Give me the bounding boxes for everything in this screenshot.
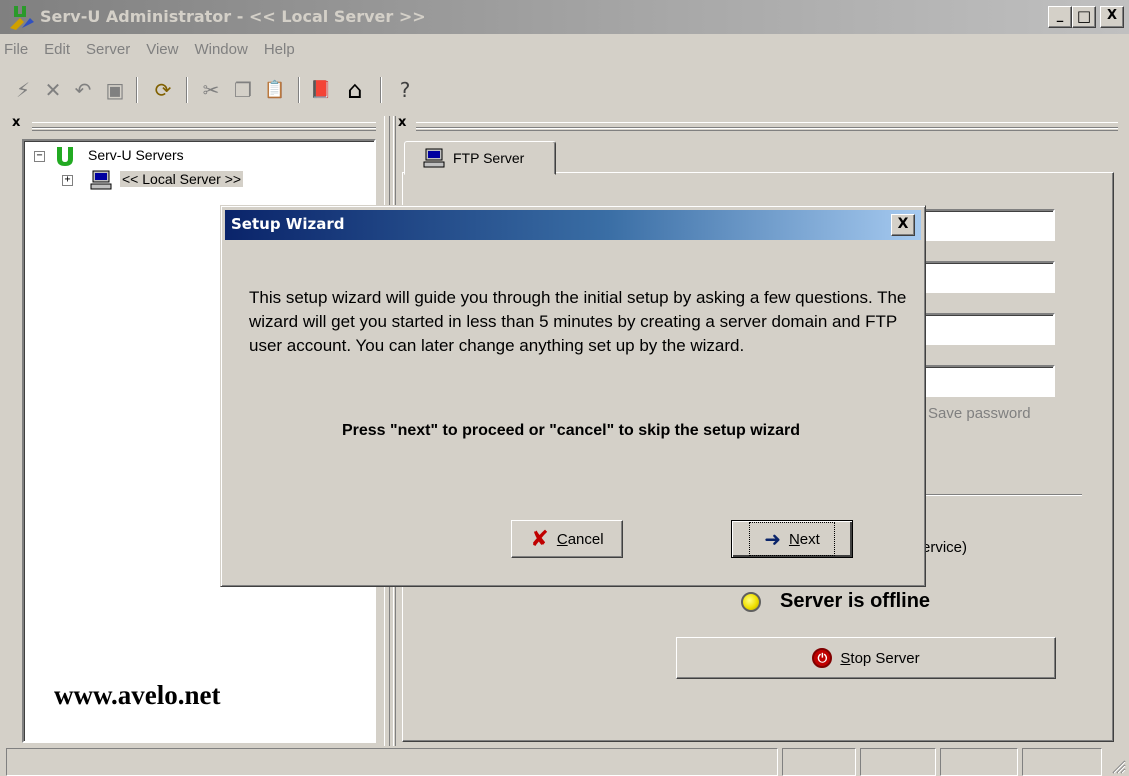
server-status-text: Server is offline	[780, 590, 931, 612]
computer-icon	[423, 148, 445, 168]
serv-u-app-icon	[10, 6, 34, 30]
status-pane	[860, 748, 936, 776]
tab-ftp-server[interactable]: FTP Server	[404, 141, 556, 175]
stop-server-button[interactable]: ⏻ Stop Server	[676, 637, 1056, 679]
delete-icon[interactable]: ✕	[38, 75, 68, 105]
watermark: www.avelo.net	[54, 680, 221, 710]
status-pane-main	[6, 748, 778, 776]
paste-icon[interactable]: 📋	[260, 75, 290, 105]
menu-edit[interactable]: Edit	[36, 38, 78, 61]
menu-view[interactable]: View	[138, 38, 186, 61]
refresh-icon[interactable]: ⟳	[148, 75, 178, 105]
dialog-message: This setup wizard will guide you through…	[249, 288, 907, 355]
about-icon[interactable]: ?	[390, 75, 420, 105]
close-server-pane-icon[interactable]: x	[398, 115, 406, 130]
password-field[interactable]	[922, 365, 1055, 397]
menu-server[interactable]: Server	[78, 38, 138, 61]
pane-grip	[32, 128, 376, 131]
status-pane	[940, 748, 1018, 776]
computer-icon	[90, 170, 112, 190]
arrow-right-icon: ➜	[764, 527, 781, 551]
cut-icon[interactable]: ✂	[196, 75, 226, 105]
tree-item-serv-u-servers[interactable]: Serv-U Servers	[88, 147, 184, 163]
toolbar-separator	[380, 77, 382, 103]
dialog-title: Setup Wizard	[231, 215, 345, 233]
menu-bar: File Edit Server View Window Help	[0, 38, 1129, 64]
menu-window[interactable]: Window	[186, 38, 255, 61]
toolbar-separator	[298, 77, 300, 103]
serv-u-servers-icon	[57, 147, 73, 166]
collapse-icon[interactable]: −	[34, 151, 45, 162]
toolbar-separator	[136, 77, 138, 103]
close-tree-pane-icon[interactable]: x	[12, 115, 20, 130]
cancel-label: Cancel	[556, 530, 604, 548]
menu-file[interactable]: File	[0, 38, 36, 61]
maximize-button[interactable]: □	[1072, 6, 1096, 28]
pane-grip	[416, 128, 1118, 131]
tree-item-local-server[interactable]: << Local Server >>	[120, 171, 244, 187]
home-icon[interactable]: ⌂	[340, 75, 370, 105]
cancel-button[interactable]: ✘ Cancel	[511, 520, 623, 558]
dialog-title-bar: Setup Wizard X	[225, 210, 921, 240]
stop-icon: ⏻	[812, 648, 833, 668]
tab-label: FTP Server	[453, 150, 525, 166]
window-title: Serv-U Administrator - << Local Server >…	[40, 7, 426, 26]
status-indicator-icon	[741, 592, 761, 612]
server-field-3[interactable]	[922, 313, 1055, 345]
status-bar	[0, 748, 1129, 776]
toolbar-separator	[186, 77, 188, 103]
focus-ring: ➜ Next	[749, 522, 835, 556]
close-button[interactable]: X	[1100, 6, 1124, 28]
server-field-1[interactable]	[922, 209, 1055, 241]
status-pane	[1022, 748, 1102, 776]
connect-icon[interactable]: ⚡	[8, 75, 38, 105]
save-password-label[interactable]: Save password	[928, 405, 1031, 422]
stop-server-label: Stop Server	[840, 649, 920, 667]
divider	[926, 494, 1082, 496]
status-pane	[782, 748, 856, 776]
menu-help[interactable]: Help	[256, 38, 303, 61]
next-label: Next	[788, 530, 820, 548]
service-label: ervice)	[922, 539, 968, 556]
next-button[interactable]: ➜ Next	[731, 520, 853, 558]
server-field-2[interactable]	[922, 261, 1055, 293]
dialog-prompt: Press "next" to proceed or "cancel" to s…	[341, 422, 801, 439]
minimize-button[interactable]: _	[1048, 6, 1072, 28]
copy-icon[interactable]: ❐	[228, 75, 258, 105]
setup-wizard-dialog: Setup Wizard X This setup wizard will gu…	[220, 205, 926, 587]
expand-icon[interactable]: +	[62, 175, 73, 186]
undo-icon[interactable]: ↶	[68, 75, 98, 105]
help-book-icon[interactable]: 📕	[306, 75, 336, 105]
save-icon[interactable]: ▣	[100, 75, 130, 105]
x-icon: ✘	[530, 526, 549, 552]
resize-grip-icon[interactable]	[1108, 756, 1126, 774]
dialog-close-button[interactable]: X	[891, 214, 915, 236]
toolbar: ⚡ ✕ ↶ ▣ ⟳ ✂ ❐ 📋 📕 ⌂ ?	[8, 75, 1118, 109]
